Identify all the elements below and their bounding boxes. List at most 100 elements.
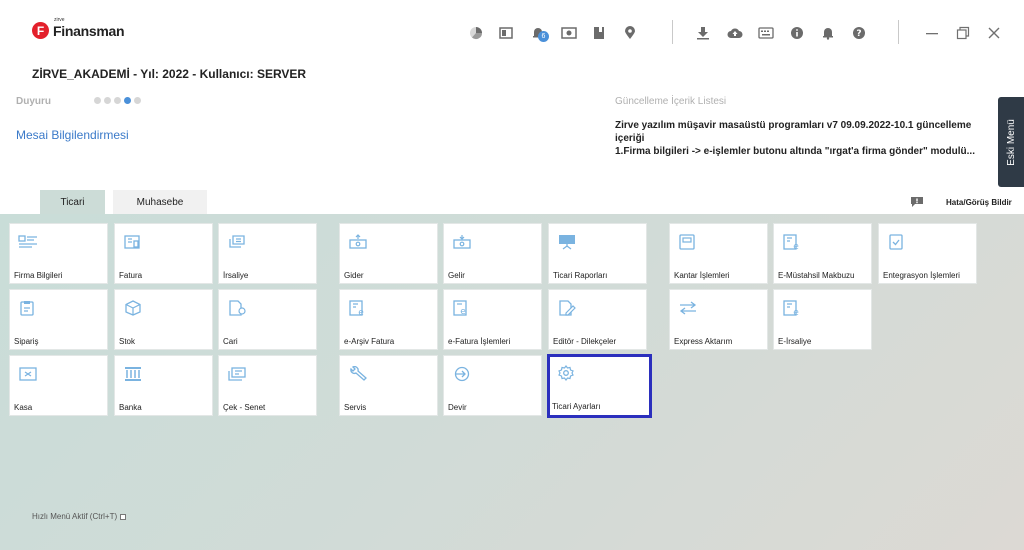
tile-kasa[interactable]: Kasa xyxy=(9,355,108,416)
svg-text:?: ? xyxy=(856,29,861,39)
tile-label: E-Müstahsil Makbuzu xyxy=(778,271,855,280)
tile-cari[interactable]: Cari xyxy=(218,289,317,350)
old-menu-button[interactable]: Eski Menü xyxy=(998,97,1024,187)
money-icon[interactable] xyxy=(560,24,578,42)
logo-brand-small: zirve xyxy=(54,16,65,23)
tile-label: Banka xyxy=(119,403,142,412)
restore-icon[interactable] xyxy=(954,24,972,42)
tile-e-irsaliye[interactable]: e E-İrsaliye xyxy=(773,289,872,350)
tile-label: Servis xyxy=(344,403,367,412)
tile-siparis[interactable]: Sipariş xyxy=(9,289,108,350)
transfer-arrows-icon xyxy=(678,300,698,316)
cheque-icon xyxy=(227,366,247,382)
svg-text:e: e xyxy=(793,242,799,250)
tile-label: Gider xyxy=(344,271,364,280)
tile-editor-dilekceler[interactable]: Editör - Dilekçeler xyxy=(548,289,647,350)
location-pin-icon[interactable] xyxy=(621,24,639,42)
tile-banka[interactable]: Banka xyxy=(114,355,213,416)
old-menu-label: Eski Menü xyxy=(1005,118,1017,166)
tile-e-arsiv-fatura[interactable]: e e-Arşiv Fatura xyxy=(339,289,438,350)
tile-label: Kasa xyxy=(14,403,33,412)
tile-firma-bilgileri[interactable]: Firma Bilgileri xyxy=(9,223,108,284)
id-card-icon xyxy=(18,234,38,250)
tile-label: Editör - Dilekçeler xyxy=(553,337,617,346)
scale-icon xyxy=(678,234,698,250)
wrench-icon xyxy=(348,365,368,382)
close-icon[interactable] xyxy=(985,24,1003,42)
update-list-body: Zirve yazılım müşavir masaüstü programla… xyxy=(615,119,985,158)
box-icon xyxy=(123,300,143,316)
company-line: ZİRVE_AKADEMİ - Yıl: 2022 - Kullanıcı: S… xyxy=(32,67,307,81)
info-icon[interactable] xyxy=(788,24,806,42)
tile-label: Devir xyxy=(448,403,467,412)
cash-register-icon xyxy=(18,366,38,382)
cloud-upload-icon[interactable] xyxy=(726,24,744,42)
tile-kantar-islemleri[interactable]: Kantar İşlemleri xyxy=(669,223,768,284)
tile-label: e-Arşiv Fatura xyxy=(344,337,395,346)
e-document-icon: e xyxy=(782,234,802,252)
tile-irsaliye[interactable]: İrsaliye xyxy=(218,223,317,284)
tile-label: İrsaliye xyxy=(223,271,249,280)
quick-menu-checkbox[interactable] xyxy=(120,513,127,520)
tile-label: Stok xyxy=(119,337,136,346)
tile-label: Fatura xyxy=(119,271,143,280)
pager-dot-active[interactable] xyxy=(124,97,131,104)
pager-dot[interactable] xyxy=(104,97,111,104)
tile-express-aktarim[interactable]: Express Aktarım xyxy=(669,289,768,350)
tile-gelir[interactable]: Gelir xyxy=(443,223,542,284)
tile-label: Ticari Raporları xyxy=(553,271,608,280)
bell-badge-icon[interactable]: 6 xyxy=(529,24,549,42)
tile-ticari-ayarlari[interactable]: Ticari Ayarları xyxy=(547,354,652,418)
minimize-icon[interactable] xyxy=(923,24,941,42)
clipboard-icon xyxy=(18,300,38,316)
download-icon[interactable] xyxy=(694,24,712,42)
quick-menu-label: Hızlı Menü Aktif (Ctrl+T) xyxy=(32,512,118,521)
book-icon[interactable] xyxy=(497,24,515,42)
svg-text:e: e xyxy=(358,308,364,316)
announcement-link[interactable]: Mesai Bilgilendirmesi xyxy=(16,128,129,142)
expense-icon xyxy=(348,234,368,250)
tile-label: Çek - Senet xyxy=(223,403,266,412)
tile-ticari-raporlari[interactable]: Ticari Raporları xyxy=(548,223,647,284)
e-archive-icon: e xyxy=(348,300,368,318)
tile-e-fatura-islemleri[interactable]: e e-Fatura İşlemleri xyxy=(443,289,542,350)
pager-dot[interactable] xyxy=(114,97,121,104)
tab-ticari[interactable]: Ticari xyxy=(40,190,105,214)
tile-label: Kantar İşlemleri xyxy=(674,271,730,280)
e-delivery-icon: e xyxy=(782,300,802,318)
feedback-button[interactable]: Hata/Görüş Bildir xyxy=(910,195,1012,207)
tile-label: Entegrasyon İşlemleri xyxy=(883,271,960,280)
income-icon xyxy=(452,234,472,250)
gear-icon xyxy=(556,365,576,381)
keyboard-icon[interactable] xyxy=(757,24,775,42)
bank-icon xyxy=(123,366,143,382)
tile-gider[interactable]: Gider xyxy=(339,223,438,284)
tab-muhasebe[interactable]: Muhasebe xyxy=(113,190,207,214)
tile-servis[interactable]: Servis xyxy=(339,355,438,416)
feedback-label: Hata/Görüş Bildir xyxy=(946,198,1012,207)
bookmark-icon[interactable] xyxy=(590,24,608,42)
invoice-icon xyxy=(123,234,143,250)
account-icon xyxy=(227,300,247,316)
pager-dot[interactable] xyxy=(94,97,101,104)
quick-menu-toggle[interactable]: Hızlı Menü Aktif (Ctrl+T) xyxy=(32,512,127,521)
pager-dot[interactable] xyxy=(134,97,141,104)
tile-label: Cari xyxy=(223,337,238,346)
delivery-note-icon xyxy=(227,234,247,250)
announcement-label: Duyuru xyxy=(16,96,51,107)
integration-icon xyxy=(887,234,907,250)
tile-stok[interactable]: Stok xyxy=(114,289,213,350)
tile-fatura[interactable]: Fatura xyxy=(114,223,213,284)
tile-e-mustahsil-makbuzu[interactable]: e E-Müstahsil Makbuzu xyxy=(773,223,872,284)
help-icon[interactable]: ? xyxy=(850,24,868,42)
tile-label: Firma Bilgileri xyxy=(14,271,63,280)
tile-devir[interactable]: Devir xyxy=(443,355,542,416)
pie-chart-icon[interactable] xyxy=(467,24,485,42)
presentation-icon xyxy=(557,234,577,250)
tile-cek-senet[interactable]: Çek - Senet xyxy=(218,355,317,416)
tile-label: Ticari Ayarları xyxy=(552,402,601,411)
tile-entegrasyon-islemleri[interactable]: Entegrasyon İşlemleri xyxy=(878,223,977,284)
svg-text:e: e xyxy=(460,307,466,316)
e-invoice-icon: e xyxy=(452,300,472,317)
bell-icon[interactable] xyxy=(819,24,837,42)
